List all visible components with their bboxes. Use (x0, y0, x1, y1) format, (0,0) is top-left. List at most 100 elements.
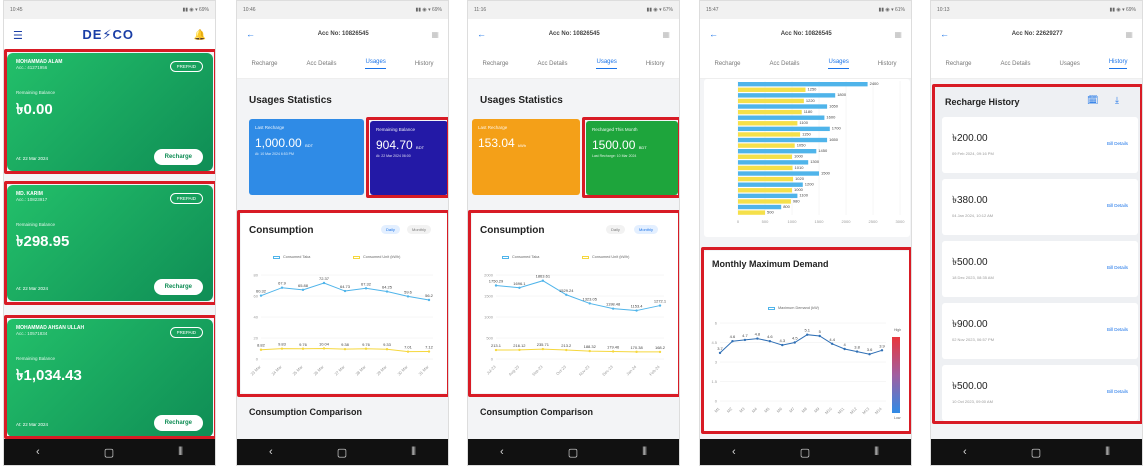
bar-value-label: 1000 (794, 187, 804, 192)
recents-icon[interactable]: ⦀ (874, 446, 879, 459)
tab-recharge[interactable]: Recharge (482, 61, 508, 67)
grid-icon[interactable]: ▦ (662, 30, 670, 39)
tab-bar: Recharge Acc Details Usages History (700, 49, 911, 79)
logo: DE⚡CO (82, 27, 135, 42)
x-tick-label: 1500 (815, 219, 825, 224)
tab-recharge[interactable]: Recharge (251, 61, 277, 67)
bar-value-label: 1650 (829, 103, 839, 108)
tab-recharge[interactable]: Recharge (714, 61, 740, 67)
bar (738, 87, 806, 92)
tab-usages[interactable]: Usages (828, 59, 849, 69)
bar (738, 115, 825, 120)
highlight-box (4, 181, 215, 305)
page-title: Acc No: 10826545 (780, 31, 832, 37)
page-header: ← Acc No: 22629277 ▦ (931, 19, 1142, 49)
page-title: Acc No: 10826545 (548, 31, 600, 37)
grid-icon[interactable]: ▦ (894, 30, 902, 39)
section-title: Usages Statistics (249, 95, 332, 106)
recents-icon[interactable]: ⦀ (642, 446, 647, 459)
comparison-bar-chart: 0 500 1000 1500 2000 2500 3000 2400 1250 1800 1220… (737, 81, 905, 224)
back-arrow-icon[interactable]: ← (709, 29, 718, 39)
page-title: Acc No: 22629277 (1011, 31, 1063, 37)
status-bar: 11:16 ▮▮ ◉ ▾ 67% (468, 1, 679, 19)
x-tick-label: 500 (762, 219, 769, 224)
back-icon[interactable]: ‹ (963, 446, 967, 458)
tab-acc-details[interactable]: Acc Details (1000, 61, 1030, 67)
tab-usages[interactable]: Usages (365, 59, 386, 69)
highlight-box (237, 210, 448, 397)
bar (738, 165, 793, 171)
tab-usages[interactable]: Usages (596, 59, 617, 69)
bar-value-label: 1180 (804, 109, 813, 114)
highlight-box (932, 84, 1142, 424)
tab-history[interactable]: History (1108, 59, 1128, 69)
page-header: ← Acc No: 10826545 ▦ (468, 19, 679, 49)
stat-unit: BDT (305, 143, 314, 148)
bar (738, 93, 836, 98)
phone-usages-a: 10:46 ▮▮ ◉ ▾ 69% ← Acc No: 10826545 ▦ Rec… (236, 0, 449, 466)
x-tick-label: 0 (737, 219, 740, 224)
bar-value-label: 800 (783, 204, 790, 209)
recents-icon[interactable]: ⦀ (178, 446, 183, 459)
menu-icon[interactable]: ☰ (13, 29, 23, 42)
back-icon[interactable]: ‹ (36, 446, 40, 458)
x-tick-label: 2000 (842, 219, 852, 224)
home-icon[interactable]: ▢ (568, 446, 578, 459)
stat-value: 1,000.00 (255, 136, 302, 150)
back-arrow-icon[interactable]: ← (246, 29, 255, 39)
bar (738, 143, 795, 148)
bar-value-label: 1500 (821, 170, 831, 175)
x-tick-label: 2500 (869, 219, 879, 224)
phone-usages-b: 11:16 ▮▮ ◉ ▾ 67% ← Acc No: 10826545 ▦ Rec… (467, 0, 680, 466)
tab-history[interactable]: History (878, 61, 897, 67)
bar-value-label: 1150 (802, 131, 811, 136)
bar-value-label: 1020 (795, 176, 805, 181)
bar (738, 204, 782, 210)
bar-value-label: 1700 (832, 126, 842, 131)
phone-dashboard: 10:45 ▮▮ ◉ ▾ 69% ☰ DE⚡CO 🔔 MOHAMMAD ALAM … (3, 0, 216, 466)
bell-icon[interactable]: 🔔 (194, 30, 206, 41)
system-nav-bar: ‹ ▢ ⦀ (4, 439, 215, 465)
tab-usages[interactable]: Usages (1059, 61, 1079, 67)
back-icon[interactable]: ‹ (732, 446, 736, 458)
system-nav-bar: ‹ ▢ ⦀ (237, 439, 448, 465)
page-header: ← Acc No: 10826545 ▦ (700, 19, 911, 49)
bar (738, 149, 817, 154)
status-bar: 10:46 ▮▮ ◉ ▾ 69% (237, 1, 448, 19)
system-nav-bar: ‹ ▢ ⦀ (700, 439, 911, 465)
grid-icon[interactable]: ▦ (1125, 30, 1133, 39)
home-icon[interactable]: ▢ (800, 446, 810, 459)
bar-value-label: 1220 (806, 98, 816, 103)
tab-history[interactable]: History (646, 61, 665, 67)
bar-value-label: 500 (767, 209, 774, 214)
status-bar: 10:45 ▮▮ ◉ ▾ 69% (4, 1, 215, 19)
bar (738, 126, 830, 132)
home-icon[interactable]: ▢ (1031, 446, 1041, 459)
highlight-box (701, 247, 911, 434)
bar (738, 132, 801, 137)
tab-recharge[interactable]: Recharge (945, 61, 971, 67)
app-header: ☰ DE⚡CO 🔔 (4, 19, 215, 51)
tab-acc-details[interactable]: Acc Details (537, 61, 567, 67)
back-arrow-icon[interactable]: ← (477, 29, 486, 39)
stat-label: Last Recharge (478, 125, 508, 130)
back-icon[interactable]: ‹ (269, 446, 273, 458)
back-arrow-icon[interactable]: ← (940, 29, 949, 39)
bar-value-label: 1100 (799, 120, 808, 125)
grid-icon[interactable]: ▦ (431, 30, 439, 39)
home-icon[interactable]: ▢ (104, 446, 114, 459)
back-icon[interactable]: ‹ (500, 446, 504, 458)
recents-icon[interactable]: ⦀ (411, 446, 416, 459)
bar-value-label: 980 (793, 198, 800, 203)
tab-bar: Recharge Acc Details Usages History (931, 49, 1142, 79)
system-nav-bar: ‹ ▢ ⦀ (931, 439, 1142, 465)
tab-acc-details[interactable]: Acc Details (769, 61, 799, 67)
tab-history[interactable]: History (415, 61, 434, 67)
system-nav-bar: ‹ ▢ ⦀ (468, 439, 679, 465)
bar-value-label: 1300 (810, 159, 820, 164)
tab-acc-details[interactable]: Acc Details (306, 61, 336, 67)
home-icon[interactable]: ▢ (337, 446, 347, 459)
recents-icon[interactable]: ⦀ (1105, 446, 1110, 459)
bar-value-label: 1600 (826, 115, 836, 120)
bar-value-label: 1050 (797, 142, 807, 147)
